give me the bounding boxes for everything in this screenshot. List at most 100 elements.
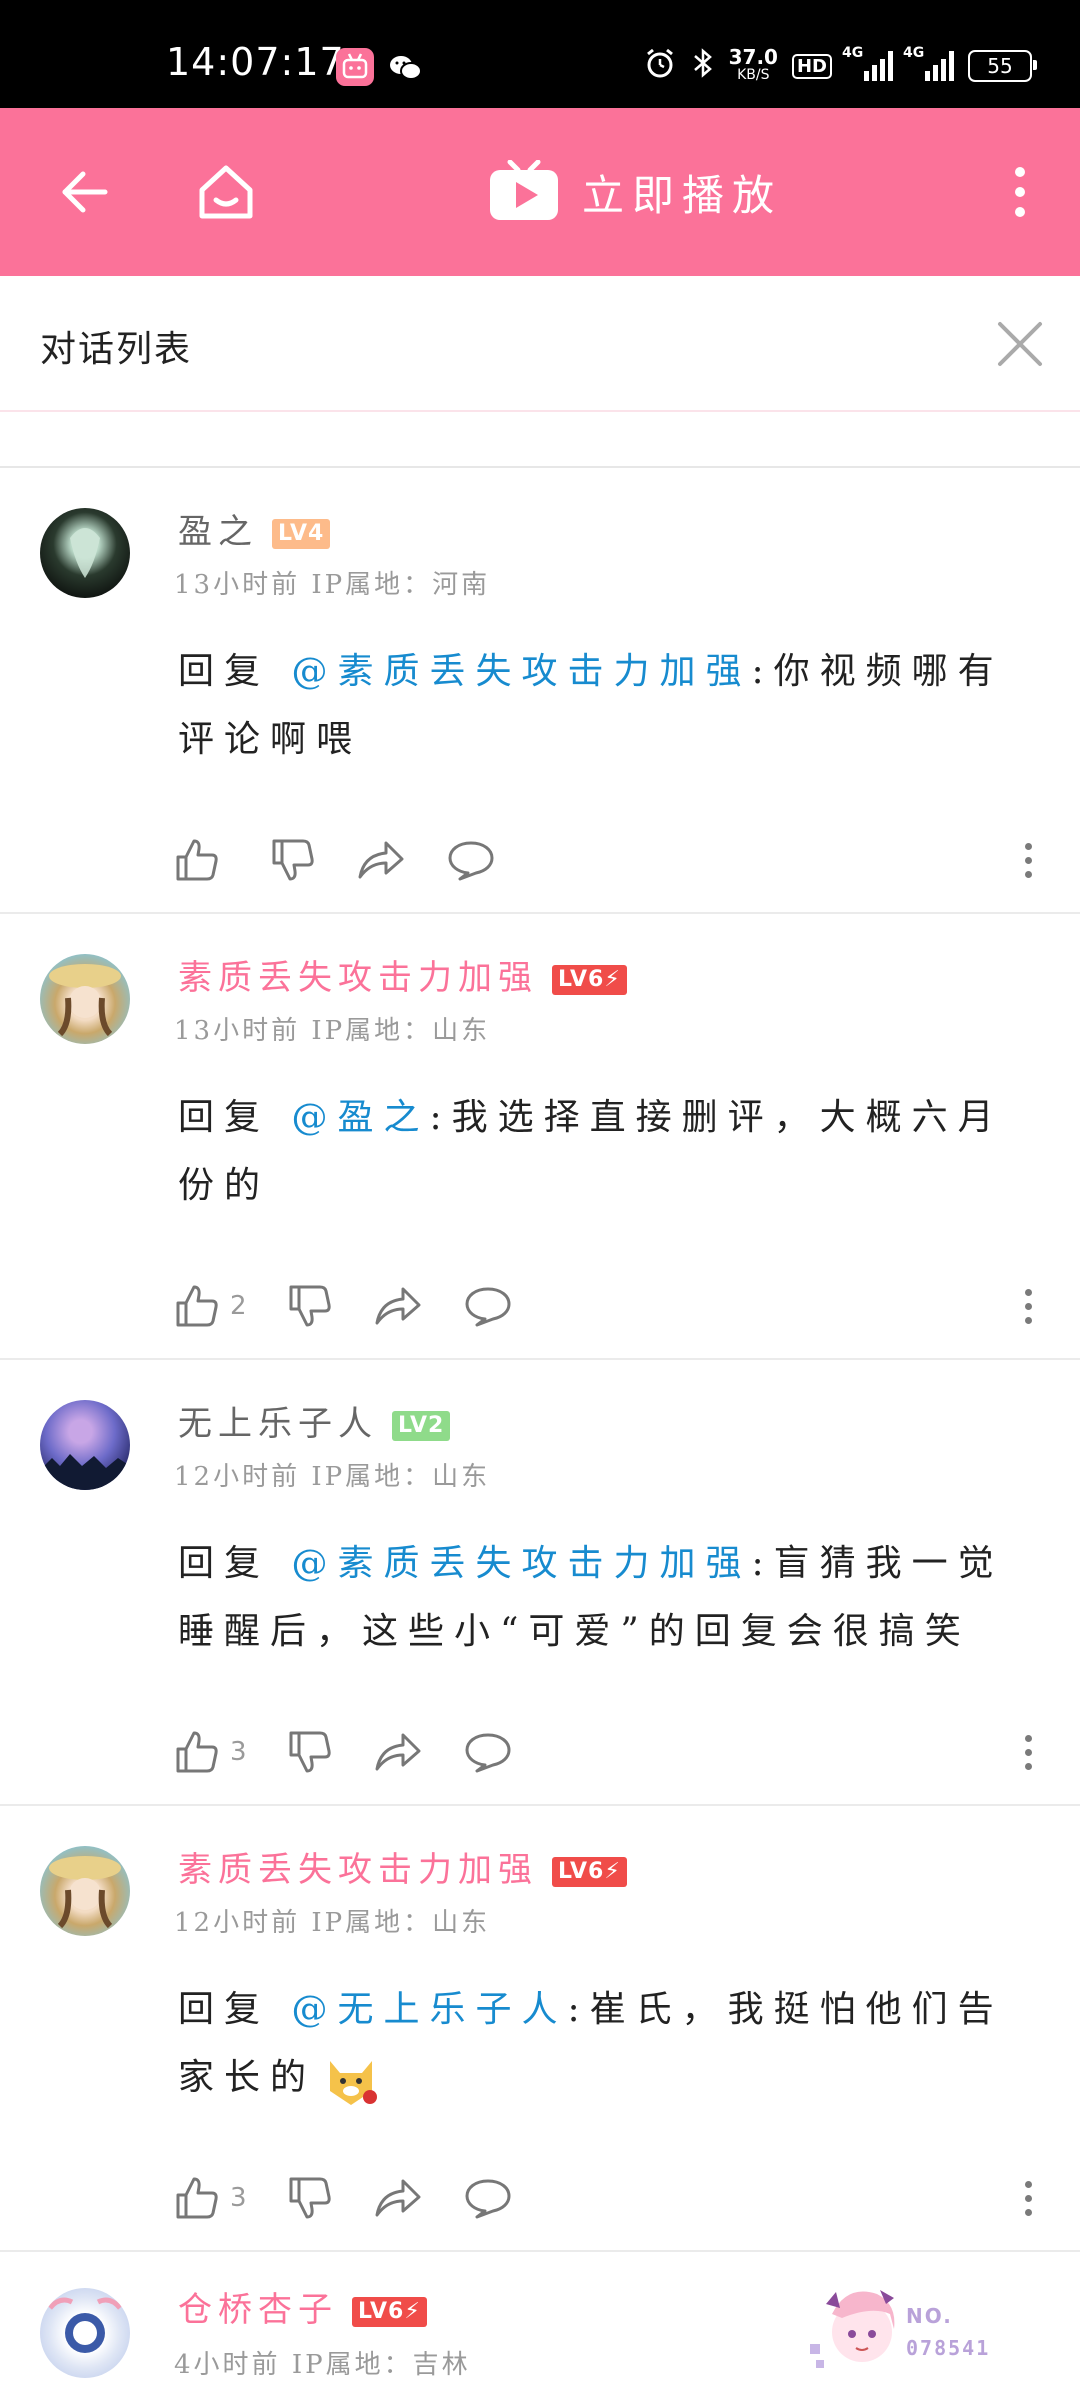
share-button[interactable]: [373, 1283, 423, 1329]
comment-content: 回复 @盈之:我选择直接删评，大概六月份的: [178, 1084, 1008, 1220]
comment-bubble-icon: [465, 1733, 511, 1773]
thumbs-up-icon: [176, 1731, 218, 1773]
more-vertical-icon: [1015, 167, 1025, 217]
thumbs-down-icon: [289, 1731, 331, 1773]
level-badge-text: LV6: [558, 1859, 605, 1884]
level-badge: LV4: [272, 519, 331, 549]
share-button[interactable]: [373, 1729, 423, 1775]
reply-prefix: 回复: [178, 651, 271, 692]
comment-item: 无上乐子人 LV2 12小时前 IP属地：山东 回复 @素质丢失攻击力加强:盲猜我…: [0, 1360, 1080, 1806]
comment-time: 13小时前: [174, 570, 301, 600]
dislike-button[interactable]: [287, 1729, 333, 1775]
reply-button[interactable]: [463, 2175, 513, 2221]
comment-more-button[interactable]: [1016, 830, 1040, 890]
reply-button[interactable]: [463, 1283, 513, 1329]
username[interactable]: 仓桥杏子 LV6⚡: [178, 2282, 427, 2331]
status-time: 14:07:17: [166, 40, 345, 84]
ip-location: 河南: [432, 570, 491, 600]
share-icon: [358, 841, 404, 879]
home-button[interactable]: [186, 108, 266, 276]
fan-badge-sticker: NO. 078541: [802, 2274, 1042, 2384]
like-count: 3: [230, 2183, 247, 2213]
comment-more-button[interactable]: [1016, 1276, 1040, 1336]
arrow-left-icon: [62, 171, 108, 213]
share-icon: [375, 2179, 421, 2217]
home-icon: [199, 165, 253, 219]
ip-location: 山东: [432, 1462, 491, 1492]
ip-location: 山东: [432, 1908, 491, 1938]
reply-button[interactable]: [463, 1729, 513, 1775]
avatar[interactable]: [40, 508, 130, 598]
like-button[interactable]: [174, 837, 230, 883]
comment-meta: 12小时前 IP属地：山东: [174, 1902, 490, 1939]
dislike-button[interactable]: [287, 2175, 333, 2221]
username[interactable]: 素质丢失攻击力加强 LV6⚡: [178, 950, 627, 999]
mention-link[interactable]: @盈之: [291, 1097, 429, 1138]
ip-label: IP属地：: [311, 570, 433, 600]
battery-icon: 55: [968, 50, 1037, 82]
bluetooth-icon: [691, 46, 715, 86]
like-button[interactable]: 3: [174, 2175, 247, 2221]
dislike-button[interactable]: [270, 837, 316, 883]
comment-content: 回复 @素质丢失攻击力加强:盲猜我一觉睡醒后，这些小“可爱”的回复会很搞笑: [178, 1530, 1008, 1666]
comment-time: 4小时前: [174, 2350, 281, 2380]
comment-actions: 3: [174, 2168, 553, 2228]
play-now-button[interactable]: 立即播放: [488, 108, 782, 276]
share-button[interactable]: [373, 2175, 423, 2221]
share-button[interactable]: [356, 837, 406, 883]
username[interactable]: 素质丢失攻击力加强 LV6⚡: [178, 1842, 627, 1891]
level-badge: LV6⚡: [552, 965, 627, 995]
reply-prefix: 回复: [178, 1543, 271, 1584]
back-button[interactable]: [40, 108, 130, 276]
comment-meta: 4小时前 IP属地：吉林: [174, 2344, 471, 2381]
comment-more-button[interactable]: [1016, 2168, 1040, 2228]
lightning-icon: ⚡: [604, 1859, 621, 1884]
dislike-button[interactable]: [287, 1283, 333, 1329]
avatar[interactable]: [40, 1400, 130, 1490]
comment-meta: 13小时前 IP属地：山东: [174, 1010, 490, 1047]
like-count: 2: [230, 1291, 247, 1321]
comment-content: 回复 @素质丢失攻击力加强:你视频哪有评论啊喂: [178, 638, 1008, 774]
avatar[interactable]: [40, 1846, 130, 1936]
comment-content: 回复 @无上乐子人:崔氏，我挺怕他们告家长的: [178, 1976, 1008, 2112]
mention-link[interactable]: @无上乐子人: [291, 1989, 567, 2030]
thumbs-up-icon: [176, 1285, 218, 1327]
fan-badge-number: 078541: [906, 2336, 991, 2360]
close-button[interactable]: [990, 314, 1050, 374]
ip-label: IP属地：: [311, 1908, 433, 1938]
like-button[interactable]: 2: [174, 1283, 247, 1329]
thumbs-down-icon: [289, 2177, 331, 2219]
avatar[interactable]: [40, 954, 130, 1044]
reply-button[interactable]: [446, 837, 496, 883]
level-badge: LV6⚡: [552, 1857, 627, 1887]
ip-label: IP属地：: [311, 1016, 433, 1046]
mention-link[interactable]: @素质丢失攻击力加强: [291, 1543, 751, 1584]
username[interactable]: 无上乐子人 LV2: [178, 1396, 451, 1445]
like-button[interactable]: 3: [174, 1729, 247, 1775]
username[interactable]: 盈之 LV4: [178, 504, 331, 553]
fan-badge-label: NO.: [906, 2304, 953, 2328]
username-text: 素质丢失攻击力加强: [178, 1850, 538, 1890]
dialog-list-title: 对话列表: [40, 329, 193, 370]
ip-label: IP属地：: [311, 1462, 433, 1492]
speed-unit: KB/S: [737, 67, 770, 83]
comment-item: 素质丢失攻击力加强 LV6⚡ 13小时前 IP属地：山东 回复 @盈之:我选择直接…: [0, 914, 1080, 1360]
like-count: 3: [230, 1737, 247, 1767]
status-right-group: 37.0 KB/S HD 4G 4G 55: [643, 44, 1037, 88]
comment-bubble-icon: [465, 2179, 511, 2219]
avatar[interactable]: [40, 2288, 130, 2378]
comment-more-button[interactable]: [1016, 1722, 1040, 1782]
comment-meta: 13小时前 IP属地：河南: [174, 564, 490, 601]
close-icon: [998, 322, 1042, 366]
comment-time: 13小时前: [174, 1016, 301, 1046]
comment-item: 盈之 LV4 13小时前 IP属地：河南 回复 @素质丢失攻击力加强:你视频哪有评…: [0, 468, 1080, 914]
lightning-icon: ⚡: [604, 967, 621, 992]
mention-link[interactable]: @素质丢失攻击力加强: [291, 651, 751, 692]
comment-actions: 2: [174, 1276, 553, 1336]
username-text: 仓桥杏子: [178, 2290, 338, 2330]
status-bar: 14:07:17 37.0 KB/S HD 4G 4G 55: [0, 0, 1080, 108]
comment-bubble-icon: [465, 1287, 511, 1327]
more-options-button[interactable]: [992, 108, 1048, 276]
network-type-2: 4G: [903, 45, 925, 61]
thumbs-up-icon: [176, 839, 218, 881]
